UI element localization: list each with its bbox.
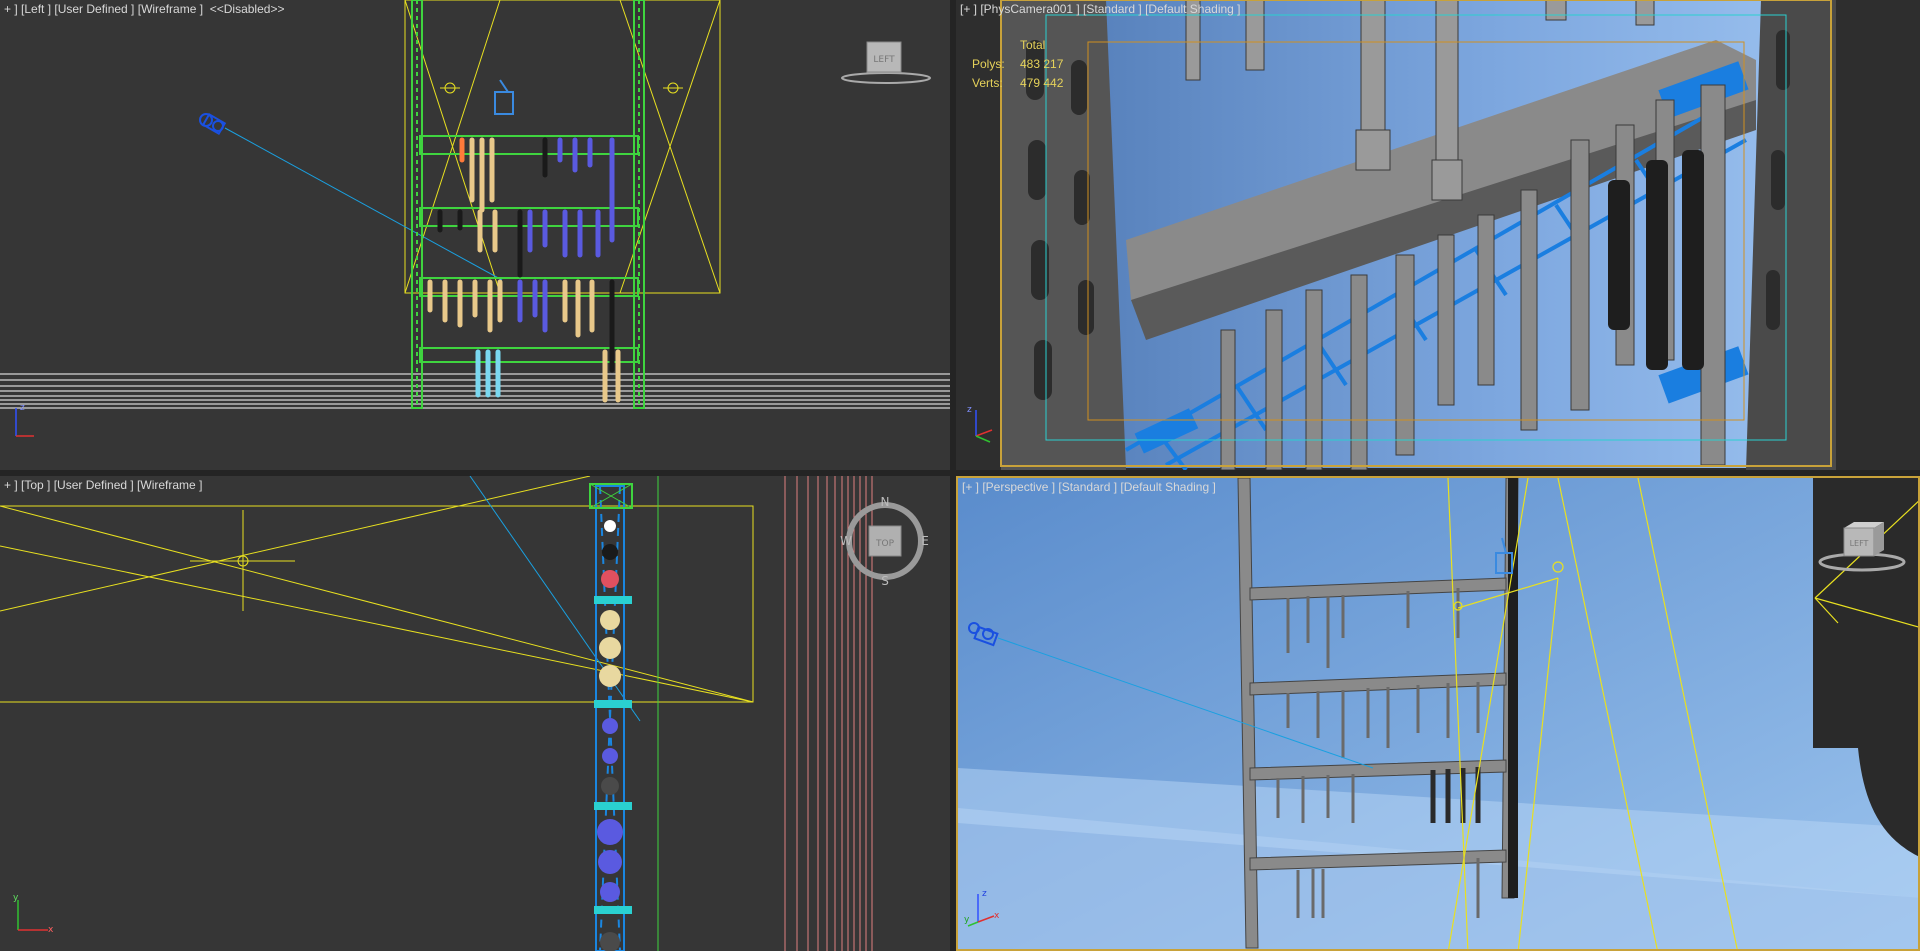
perspective-viewport-label[interactable]: [+ ] [Perspective ] [Standard ] [Default… [962,480,1216,494]
verts-value: 479 442 [1020,76,1064,90]
camera-viewport-scene [1000,0,1836,470]
perspective-viewport[interactable]: [+ ] [Perspective ] [Standard ] [Default… [956,476,1920,951]
axis-tripod-icon: z [964,400,1000,448]
compass-s-label: S [881,574,889,586]
axis-z-label: z [967,405,972,415]
axis-tripod-icon: z x y [964,878,1004,932]
axis-tripod-icon: y x [10,886,60,940]
perspective-viewport-scene [958,478,1918,949]
viewcube-face-label: LEFT [873,55,895,65]
camera-icon [199,112,227,136]
polys-value: 483 217 [1020,57,1064,71]
camera-viewport-label[interactable]: [+ ] [PhysCamera001 ] [Standard ] [Defau… [960,2,1241,16]
compass-center-label: TOP [875,539,895,549]
axis-x-label: x [48,925,54,935]
light-icon [494,79,514,115]
top-viewport[interactable]: + ] [Top ] [User Defined ] [Wireframe ] [0,476,950,951]
viewcube-face-label: LEFT [1850,539,1869,548]
axis-y-label: y [13,893,19,903]
compass-icon[interactable]: TOP N S E W [840,495,930,590]
polys-label: Polys: [972,57,1005,71]
light-frustum-top [0,476,754,703]
axis-y-label: y [964,915,970,925]
bolt-heads-top [597,520,623,951]
left-viewport-label[interactable]: + ] [Left ] [User Defined ] [Wireframe ]… [4,2,284,16]
left-viewport[interactable]: + ] [Left ] [User Defined ] [Wireframe ]… [0,0,950,470]
axis-tripod-icon: z [10,400,40,444]
top-viewport-scene [0,476,873,951]
compass-w-label: W [840,534,852,548]
stats-header: Total [1020,38,1046,52]
ground-grid-lines [0,373,950,409]
axis-x-label: x [994,911,1000,921]
left-viewport-scene [0,0,950,409]
compass-n-label: N [881,496,890,509]
rack-uprights [411,0,645,409]
axis-z-label: z [982,889,987,899]
top-viewport-label[interactable]: + ] [Top ] [User Defined ] [Wireframe ] [4,478,202,492]
camera-viewport[interactable]: [+ ] [PhysCamera001 ] [Standard ] [Defau… [956,0,1920,470]
compass-e-label: E [921,534,929,548]
verts-label: Verts: [972,76,1003,90]
scene-statistics: Total Polys: 483 217 Verts: 479 442 [972,36,1063,93]
viewcube-icon[interactable]: LEFT [838,38,934,92]
viewcube-icon[interactable]: LEFT [1814,518,1910,578]
axis-z-label: z [20,403,25,413]
